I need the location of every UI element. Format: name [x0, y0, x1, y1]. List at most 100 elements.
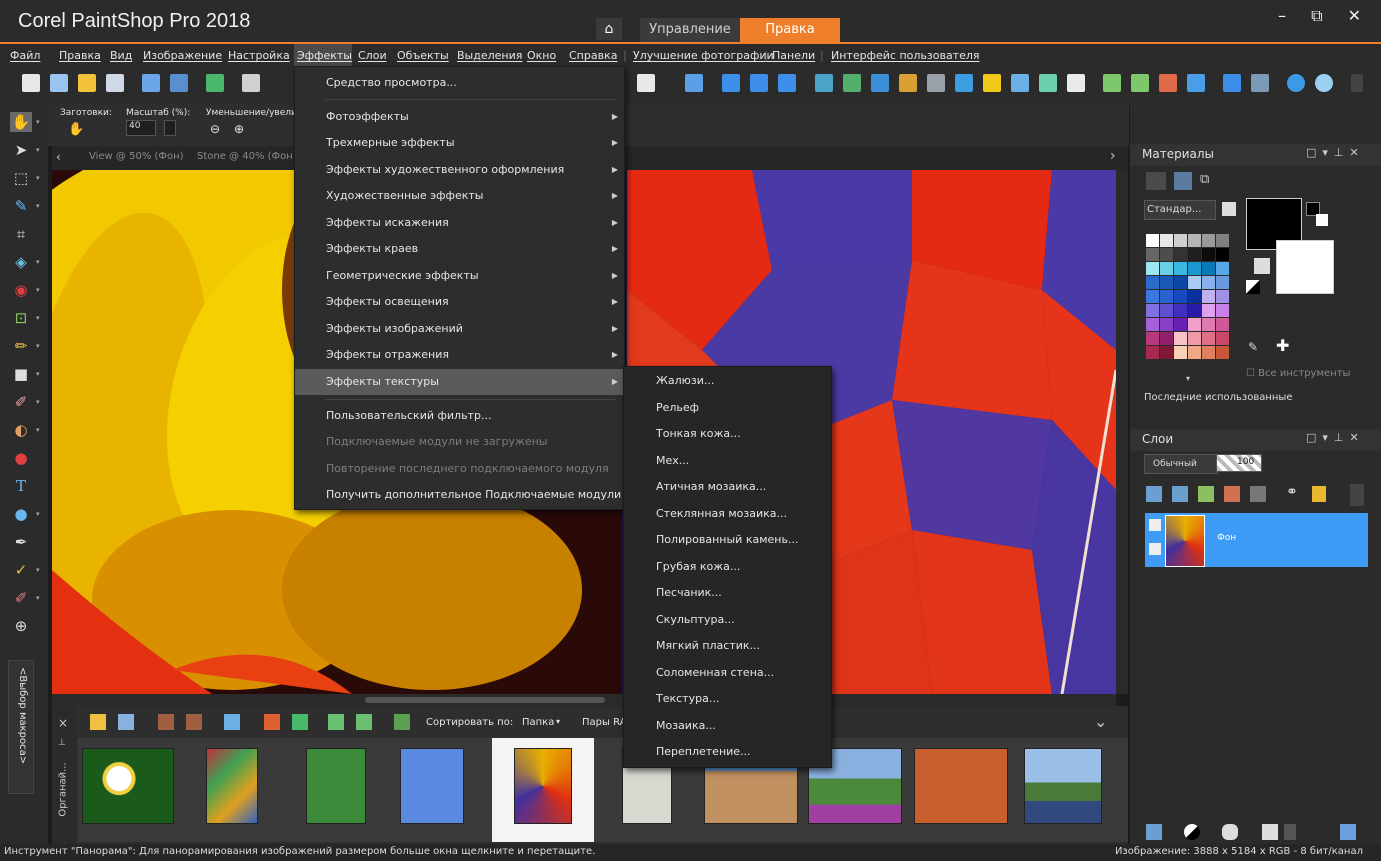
color-swatch[interactable] — [1146, 332, 1159, 345]
flood-fill-tool-icon[interactable]: ● — [10, 448, 32, 468]
target-icon[interactable] — [1159, 74, 1177, 92]
tab-manage[interactable]: Управление — [640, 18, 740, 42]
color-swatch[interactable] — [1146, 290, 1159, 303]
color-swatch[interactable] — [1202, 318, 1215, 331]
color-swatch[interactable] — [1146, 234, 1159, 247]
canvas-vertical-scrollbar[interactable] — [1116, 170, 1128, 694]
texture-menu-item[interactable]: Стеклянная мозаика... — [624, 501, 831, 527]
globe-icon[interactable] — [1287, 74, 1305, 92]
color-swatch[interactable] — [1202, 276, 1215, 289]
text-tool-icon[interactable]: T — [10, 476, 32, 496]
color-swatch[interactable] — [1160, 290, 1173, 303]
pin-icon[interactable]: ⊥ — [58, 738, 66, 748]
color-swatch[interactable] — [1216, 304, 1229, 317]
thumbnail-river[interactable] — [1024, 748, 1102, 824]
texture-menu-item[interactable]: Атичная мозаика... — [624, 474, 831, 500]
texture-menu-item[interactable]: Скульптура... — [624, 607, 831, 633]
color-swatch[interactable] — [1160, 276, 1173, 289]
color-swatch[interactable] — [1188, 332, 1201, 345]
color-swatch[interactable] — [1216, 234, 1229, 247]
texture-menu-item[interactable]: Песчаник... — [624, 580, 831, 606]
effects-menu-item[interactable]: Эффекты художественного оформления ▶ — [295, 157, 624, 183]
effects-menu-item[interactable]: Трехмерные эффекты ▶ — [295, 130, 624, 156]
adjustment-layer-icon[interactable] — [1184, 824, 1200, 840]
new-file-icon[interactable] — [22, 74, 40, 92]
tabs-right-icon[interactable]: › — [1110, 148, 1116, 164]
color-swatch[interactable] — [1188, 234, 1201, 247]
new-grid-icon[interactable] — [50, 74, 68, 92]
color-swatch[interactable] — [1146, 262, 1159, 275]
texture-menu-item[interactable]: Жалюзи... — [624, 368, 831, 394]
effects-menu-item[interactable]: Эффекты отражения ▶ — [295, 342, 624, 368]
share-icon[interactable] — [206, 74, 224, 92]
texture-menu-item[interactable]: Рельеф — [624, 395, 831, 421]
red-eye-tool-icon[interactable]: ◉ — [10, 280, 32, 300]
background-color[interactable] — [1276, 240, 1334, 294]
landscape-icon[interactable] — [843, 74, 861, 92]
panel-icon[interactable] — [1223, 74, 1241, 92]
blend-mode-select[interactable]: Обычный — [1144, 454, 1218, 474]
color-swatch[interactable] — [1188, 290, 1201, 303]
compare-icon[interactable] — [1251, 74, 1269, 92]
thumbnail-leaves[interactable] — [306, 748, 366, 824]
layer-down-icon[interactable] — [1172, 486, 1188, 502]
gradient-icon[interactable] — [1039, 74, 1057, 92]
color-swatch[interactable] — [1160, 304, 1173, 317]
mask-icon[interactable] — [1224, 486, 1240, 502]
menu-edit[interactable]: Правка — [59, 49, 101, 62]
hand-preset-icon[interactable]: ✋ — [68, 122, 84, 137]
layer-properties-icon[interactable] — [1340, 824, 1356, 840]
paste-icon[interactable] — [637, 74, 655, 92]
window-controls[interactable]: – ⧉ ✕ — [1278, 6, 1371, 26]
trash-icon[interactable] — [1284, 824, 1296, 840]
color-swatch[interactable] — [1146, 248, 1159, 261]
color-swatch[interactable] — [1202, 234, 1215, 247]
effects-menu-item[interactable]: Эффекты краев ▶ — [295, 236, 624, 262]
color-swatch[interactable] — [1202, 248, 1215, 261]
menu-effects[interactable]: Эффекты — [297, 49, 352, 62]
portrait-icon[interactable] — [955, 74, 973, 92]
macro-selector[interactable]: <Выбор макроса> — [8, 660, 34, 794]
tray-icon[interactable] — [90, 714, 106, 730]
color-swatch[interactable] — [1160, 234, 1173, 247]
menu-ui[interactable]: Интерфейс пользователя — [831, 49, 980, 62]
crop-tool-icon[interactable]: ⌗ — [10, 224, 32, 244]
color-swatch[interactable] — [1202, 290, 1215, 303]
rotate-left-icon[interactable] — [328, 714, 344, 730]
rotate-right-icon[interactable] — [356, 714, 372, 730]
color-swatch[interactable] — [1216, 276, 1229, 289]
circle-icon[interactable] — [927, 74, 945, 92]
pick-tool-icon[interactable]: ➤ — [10, 140, 32, 160]
thumbnail-rocks[interactable] — [914, 748, 1008, 824]
color-swatch[interactable] — [1146, 276, 1159, 289]
color-swatch[interactable] — [1188, 304, 1201, 317]
color-swatch[interactable] — [1146, 346, 1159, 359]
palette-style-select[interactable]: Стандар... — [1144, 200, 1216, 220]
texture-menu-item[interactable]: Мех... — [624, 448, 831, 474]
art-brush-tool-icon[interactable]: ✓ — [10, 560, 32, 580]
tabs-left-icon[interactable]: ‹ — [56, 150, 61, 164]
share-icon[interactable] — [292, 714, 308, 730]
smudge-tool-icon[interactable]: ◐ — [10, 420, 32, 440]
lock-icon[interactable] — [1312, 486, 1326, 502]
layer-up-icon[interactable] — [1146, 486, 1162, 502]
add-swatch-icon[interactable]: ✚ — [1276, 336, 1289, 355]
color-swatch[interactable] — [1216, 346, 1229, 359]
film-icon[interactable] — [1011, 74, 1029, 92]
menu-image[interactable]: Изображение — [143, 49, 222, 62]
color-swatch[interactable] — [1146, 318, 1159, 331]
color-swatch[interactable] — [1202, 332, 1215, 345]
effects-menu-item[interactable]: Средство просмотра... — [295, 70, 624, 96]
save-icon[interactable] — [142, 74, 160, 92]
zoom-in-icon[interactable]: ⊕ — [234, 122, 244, 136]
default-colors-icon[interactable] — [1246, 280, 1260, 294]
delete-layer-icon[interactable] — [1250, 486, 1266, 502]
all-tools-checkbox[interactable]: ☐ Все инструменты — [1246, 368, 1350, 379]
brush-icon[interactable] — [871, 74, 889, 92]
texture-menu-item[interactable]: Соломенная стена... — [624, 660, 831, 686]
color-swatch[interactable] — [1216, 248, 1229, 261]
toolbar-more-icon[interactable] — [1351, 74, 1363, 92]
panel-controls[interactable]: □▾⊥✕ — [1306, 431, 1365, 444]
new-raster-icon[interactable] — [1146, 824, 1162, 840]
color-swatch[interactable] — [1174, 346, 1187, 359]
